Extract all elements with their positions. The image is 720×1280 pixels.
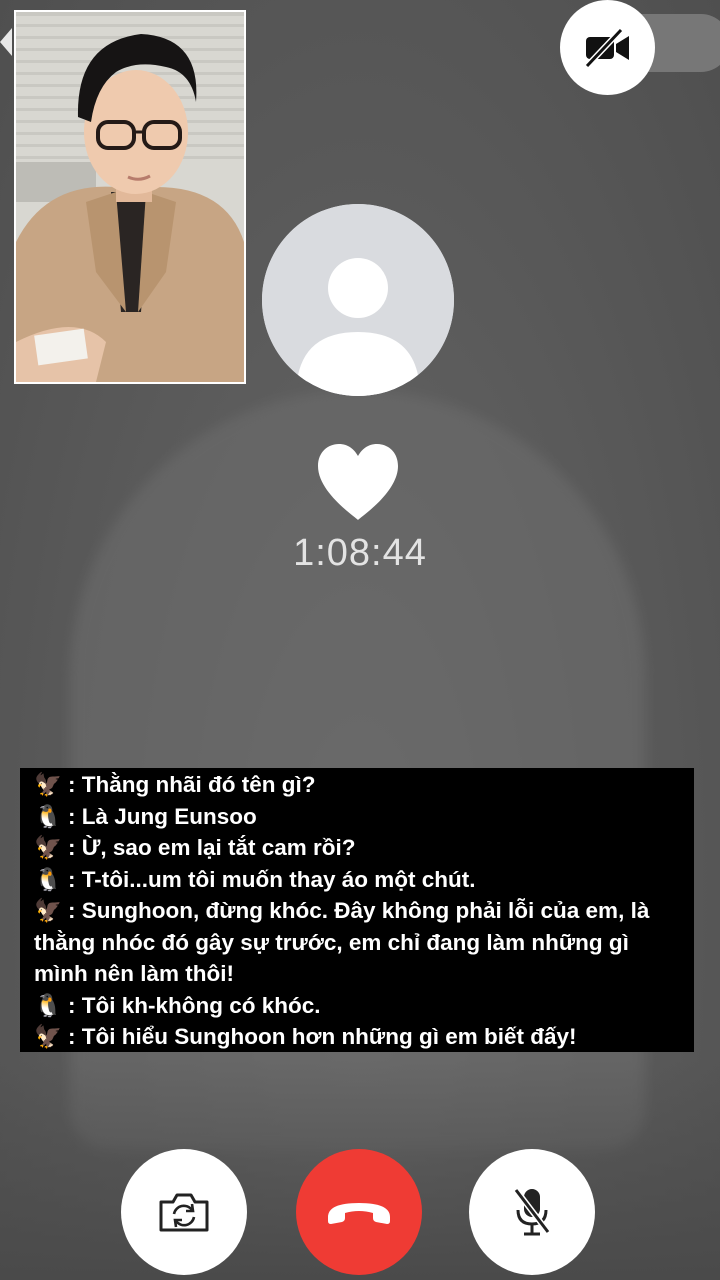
chat-line: 🦅: Ừ, sao em lại tắt cam rồi?: [34, 832, 682, 864]
chat-line-text: : Tôi hiểu Sunghoon hơn những gì em biết…: [68, 1024, 577, 1049]
chat-line: 🦅: Thằng nhãi đó tên gì?: [34, 769, 682, 801]
remote-avatar: [262, 204, 454, 396]
heart-icon: [318, 444, 398, 520]
penguin-icon: 🐧: [34, 866, 63, 892]
chat-overlay: 🦅: Thằng nhãi đó tên gì? 🐧: Là Jung Euns…: [20, 768, 694, 1052]
eagle-icon: 🦅: [34, 898, 63, 923]
end-call-button[interactable]: [296, 1149, 422, 1275]
phone-hangup-icon: [328, 1203, 390, 1224]
camera-toggle-knob[interactable]: [560, 0, 655, 95]
chat-line-text: : Ừ, sao em lại tắt cam rồi?: [68, 835, 356, 860]
eagle-icon: 🦅: [34, 772, 63, 797]
chat-line-text: : Sunghoon, đừng khóc. Đây không phải lỗ…: [34, 898, 650, 986]
mute-button[interactable]: [469, 1149, 595, 1275]
penguin-icon: 🐧: [34, 992, 63, 1018]
chat-line-text: : Thằng nhãi đó tên gì?: [68, 772, 316, 797]
self-video-preview[interactable]: [14, 10, 246, 384]
chat-line: 🐧: Là Jung Eunsoo: [34, 801, 682, 833]
eagle-icon: 🦅: [34, 835, 63, 860]
mic-off-icon: [513, 1188, 551, 1236]
chat-line-text: : Tôi kh-không có khóc.: [68, 992, 321, 1018]
chat-line: 🦅: Sunghoon, đừng khóc. Đây không phải l…: [34, 895, 682, 990]
chat-line-text: : Là Jung Eunsoo: [68, 803, 257, 829]
eagle-icon: 🦅: [34, 1024, 63, 1049]
penguin-icon: 🐧: [34, 803, 63, 829]
chat-line-text: : T-tôi...um tôi muốn thay áo một chút.: [68, 866, 476, 892]
camera-toggle[interactable]: [560, 0, 720, 96]
person-placeholder-icon: [262, 204, 454, 396]
chat-line: 🐧: T-tôi...um tôi muốn thay áo một chút.: [34, 864, 682, 896]
video-off-icon: [584, 27, 629, 68]
chat-line: 🦅: Tôi hiểu Sunghoon hơn những gì em biế…: [34, 1021, 682, 1053]
flip-camera-button[interactable]: [121, 1149, 247, 1275]
chat-line: 🐧: Tôi kh-không có khóc.: [34, 990, 682, 1022]
self-video-image: [16, 12, 244, 382]
camera-flip-icon: [159, 1193, 209, 1232]
call-timer: 1:08:44: [293, 532, 427, 574]
